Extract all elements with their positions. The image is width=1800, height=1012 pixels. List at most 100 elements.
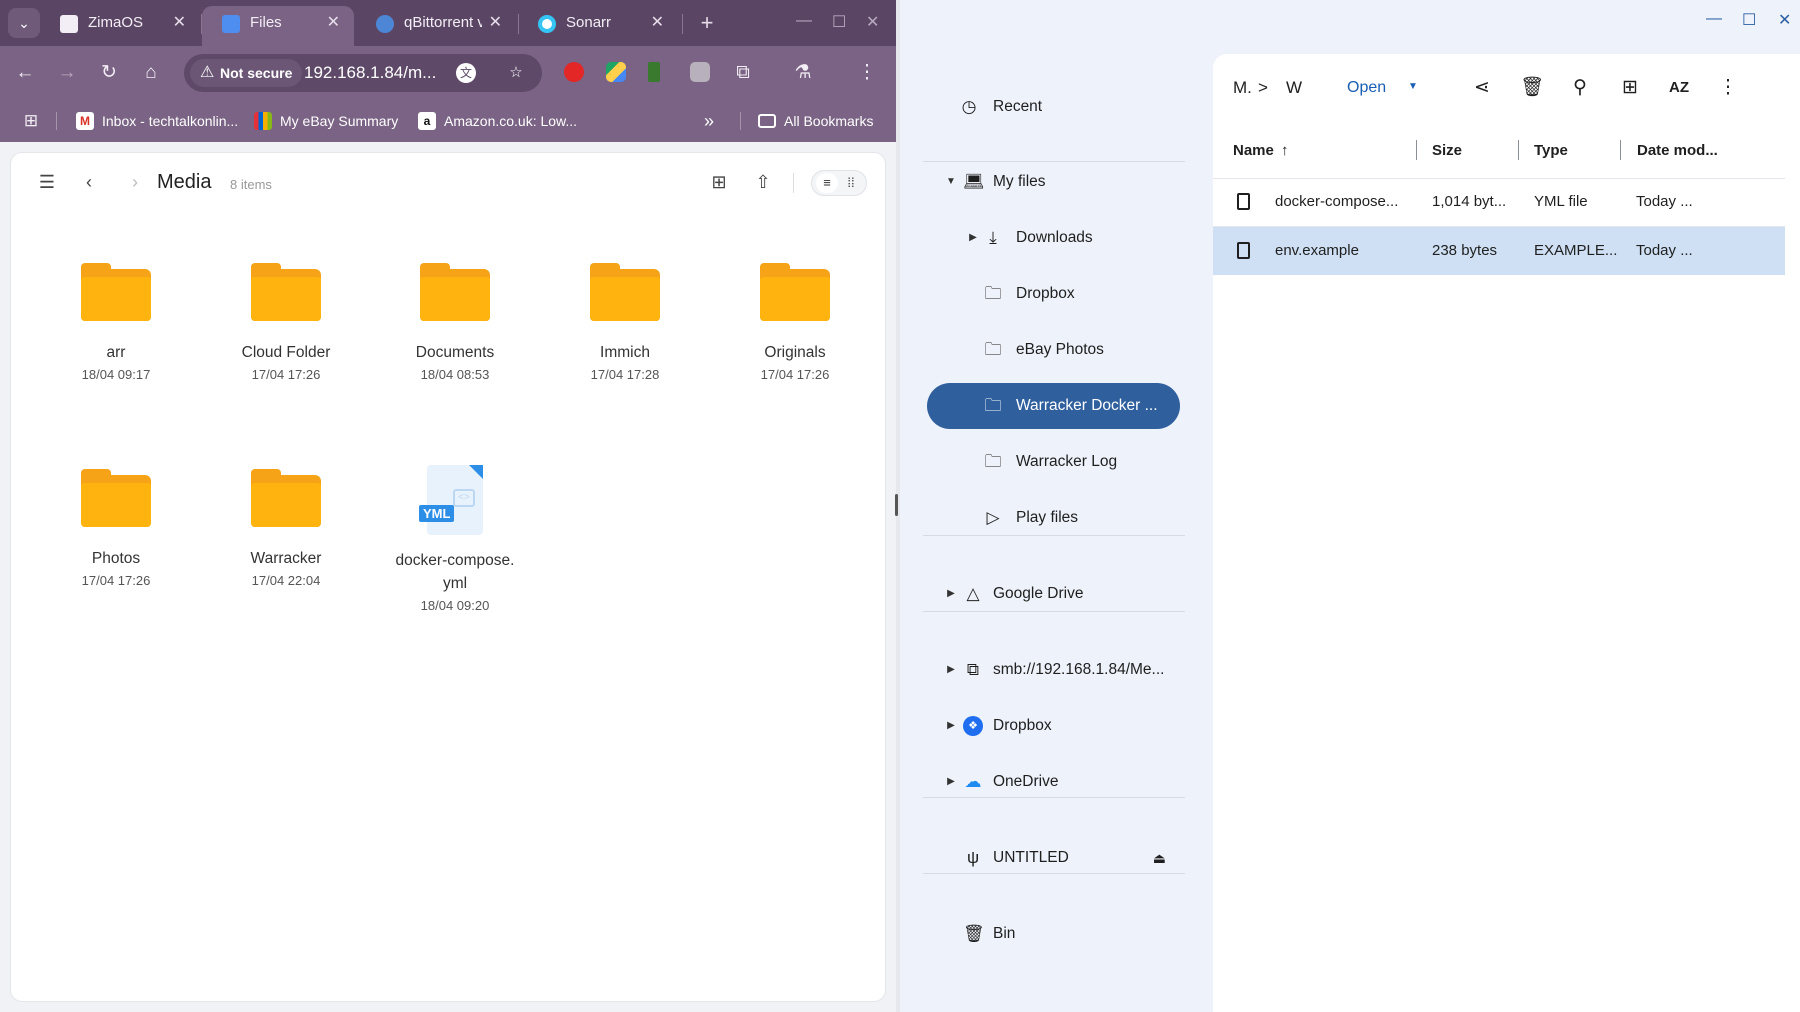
security-chip[interactable]: ⚠ Not secure xyxy=(190,59,303,87)
sidebar-item-warracker-log[interactable]: 🗀 Warracker Log xyxy=(927,439,1180,485)
eject-icon[interactable]: ⏏ xyxy=(1153,835,1166,881)
close-tab-icon[interactable]: ✕ xyxy=(489,6,502,40)
sidebar-item-onedrive[interactable]: ▶ ☁ OneDrive xyxy=(927,759,1180,805)
sidebar-item-ebay-photos[interactable]: 🗀 eBay Photos xyxy=(927,327,1180,373)
breadcrumb-separator: > xyxy=(1258,78,1268,97)
all-bookmarks[interactable]: All Bookmarks xyxy=(758,110,873,132)
split-resize-handle[interactable] xyxy=(895,494,898,516)
menu-icon[interactable]: ☰ xyxy=(35,171,59,193)
labs-flask-icon[interactable]: ⚗ xyxy=(790,60,816,86)
expand-arrow-icon[interactable]: ▶ xyxy=(945,647,957,693)
column-separator[interactable] xyxy=(1416,140,1417,160)
maximize-icon[interactable]: ☐ xyxy=(832,12,846,32)
view-toggle[interactable]: ≡ ⁞⁞ xyxy=(811,170,867,196)
back-icon[interactable]: ← xyxy=(12,60,38,86)
extension-icon[interactable] xyxy=(690,62,710,82)
close-window-icon[interactable]: ✕ xyxy=(1778,10,1791,30)
sort-ascending-icon[interactable]: ↑ xyxy=(1281,142,1289,159)
adblock-extension-icon[interactable] xyxy=(564,62,584,82)
minimize-icon[interactable]: — xyxy=(796,12,812,30)
translate-icon[interactable]: 文 xyxy=(456,63,476,83)
sidebar-item-bin[interactable]: 🗑︎ Bin xyxy=(927,911,1180,957)
sidebar-item-smb-share[interactable]: ▶ ⧉ smb://192.168.1.84/Me... xyxy=(927,647,1180,693)
zimaos-files-panel: ☰ ‹ › Media 8 items ⊞ ⇧ ≡ ⁞⁞ arr 18/04 0… xyxy=(10,152,886,1002)
close-tab-icon[interactable]: ✕ xyxy=(173,6,186,40)
grid-item-folder[interactable]: Originals 17/04 17:26 xyxy=(720,263,870,382)
address-bar[interactable]: ⚠ Not secure 192.168.1.84/m... 文 ☆ xyxy=(184,54,542,92)
share-icon[interactable]: ⋖ xyxy=(1469,75,1495,101)
column-separator[interactable] xyxy=(1620,140,1621,160)
trash-icon: 🗑︎ xyxy=(963,924,985,943)
bookmark-gmail[interactable]: M Inbox - techtalkonlin... xyxy=(76,110,238,132)
breadcrumb-root[interactable]: M. xyxy=(1233,78,1252,98)
forward-icon[interactable]: → xyxy=(54,60,80,86)
browser-menu-icon[interactable]: ⋮ xyxy=(854,60,880,86)
sort-az-icon[interactable]: AZ xyxy=(1666,75,1692,101)
grid-item-folder[interactable]: arr 18/04 09:17 xyxy=(41,263,191,382)
search-icon[interactable]: ⚲ xyxy=(1567,75,1593,101)
bookmark-ebay[interactable]: My eBay Summary xyxy=(254,110,398,132)
grid-view-icon[interactable]: ⁞⁞ xyxy=(840,173,862,193)
delete-icon[interactable]: 🗑︎ xyxy=(1519,75,1545,101)
column-size[interactable]: Size xyxy=(1432,142,1462,159)
forward-chevron-icon[interactable]: › xyxy=(123,171,147,193)
list-view-icon[interactable]: ≡ xyxy=(816,173,838,193)
upload-icon[interactable]: ⇧ xyxy=(751,171,775,193)
open-dropdown-icon[interactable]: ▼ xyxy=(1408,81,1418,92)
more-options-icon[interactable]: ⋮ xyxy=(1715,75,1741,101)
extension-icon[interactable] xyxy=(648,62,660,82)
grid-item-folder[interactable]: Warracker 17/04 22:04 xyxy=(211,469,361,588)
expand-arrow-icon[interactable]: ▶ xyxy=(945,759,957,805)
bookmark-star-icon[interactable]: ☆ xyxy=(506,63,526,83)
bookmarks-overflow-icon[interactable]: » xyxy=(704,110,714,132)
column-separator[interactable] xyxy=(1518,140,1519,160)
sidebar-item-recent[interactable]: ◷ Recent xyxy=(927,84,1180,130)
tab-sonarr[interactable]: Sonarr ✕ xyxy=(518,6,678,46)
bookmark-separator xyxy=(56,112,57,130)
sidebar-item-usb-untitled[interactable]: ψ UNTITLED ⏏ xyxy=(927,835,1180,881)
apps-grid-icon[interactable]: ⊞ xyxy=(18,108,44,134)
grid-item-folder[interactable]: Immich 17/04 17:28 xyxy=(550,263,700,382)
tab-search-dropdown[interactable]: ⌄ xyxy=(8,8,40,38)
file-row[interactable]: docker-compose... 1,014 byt... YML file … xyxy=(1213,178,1785,226)
tab-zimaos[interactable]: ZimaOS ✕ xyxy=(40,6,200,46)
bookmark-amazon[interactable]: a Amazon.co.uk: Low... xyxy=(418,110,577,132)
reload-icon[interactable]: ↻ xyxy=(96,60,122,86)
breadcrumb-current[interactable]: W xyxy=(1286,78,1302,98)
google-drive-extension-icon[interactable] xyxy=(606,62,626,82)
new-folder-icon[interactable]: ⊞ xyxy=(707,171,731,193)
column-date-modified[interactable]: Date mod... xyxy=(1637,142,1718,159)
home-icon[interactable]: ⌂ xyxy=(138,60,164,86)
column-type[interactable]: Type xyxy=(1534,142,1568,159)
close-tab-icon[interactable]: ✕ xyxy=(651,6,664,40)
extensions-puzzle-icon[interactable]: ⧉ xyxy=(730,60,756,86)
column-name[interactable]: Name xyxy=(1233,142,1274,159)
tab-qbittorrent[interactable]: qBittorrent v ✕ xyxy=(356,6,516,46)
sidebar-item-dropbox-folder[interactable]: 🗀 Dropbox xyxy=(927,271,1180,317)
grid-item-folder[interactable]: Documents 18/04 08:53 xyxy=(380,263,530,382)
grid-item-file[interactable]: <> YML docker-compose. yml 18/04 09:20 xyxy=(380,465,530,613)
tab-files[interactable]: Files ✕ xyxy=(202,6,354,46)
expand-arrow-icon[interactable]: ▶ xyxy=(967,215,979,261)
back-chevron-icon[interactable]: ‹ xyxy=(77,171,101,193)
url-text[interactable]: 192.168.1.84/m... xyxy=(304,54,436,92)
minimize-icon[interactable]: — xyxy=(1706,10,1722,28)
tab-separator xyxy=(682,14,683,34)
close-tab-icon[interactable]: ✕ xyxy=(327,6,340,40)
grid-item-folder[interactable]: Cloud Folder 17/04 17:26 xyxy=(211,263,361,382)
folder-icon xyxy=(251,469,321,527)
sidebar-item-warracker-docker[interactable]: 🗀 Warracker Docker ... xyxy=(927,383,1180,429)
new-tab-button[interactable]: + xyxy=(692,8,722,38)
grid-item-folder[interactable]: Photos 17/04 17:26 xyxy=(41,469,191,588)
expand-arrow-icon[interactable]: ▶ xyxy=(945,703,957,749)
maximize-icon[interactable]: ☐ xyxy=(1742,10,1756,30)
open-button[interactable]: Open xyxy=(1347,79,1386,97)
sidebar-item-dropbox[interactable]: ▶ ❖ Dropbox xyxy=(927,703,1180,749)
grid-view-icon[interactable]: ⊞ xyxy=(1617,75,1643,101)
close-window-icon[interactable]: ✕ xyxy=(866,12,879,32)
collapse-arrow-icon[interactable]: ▼ xyxy=(945,159,957,205)
folder-icon: 🗀 xyxy=(984,340,1002,359)
sidebar-item-my-files[interactable]: ▼ 💻︎ My files xyxy=(927,159,1180,205)
file-row-selected[interactable]: env.example 238 bytes EXAMPLE... Today .… xyxy=(1213,227,1785,275)
sidebar-item-downloads[interactable]: ▶ ⤓ Downloads xyxy=(927,215,1180,261)
